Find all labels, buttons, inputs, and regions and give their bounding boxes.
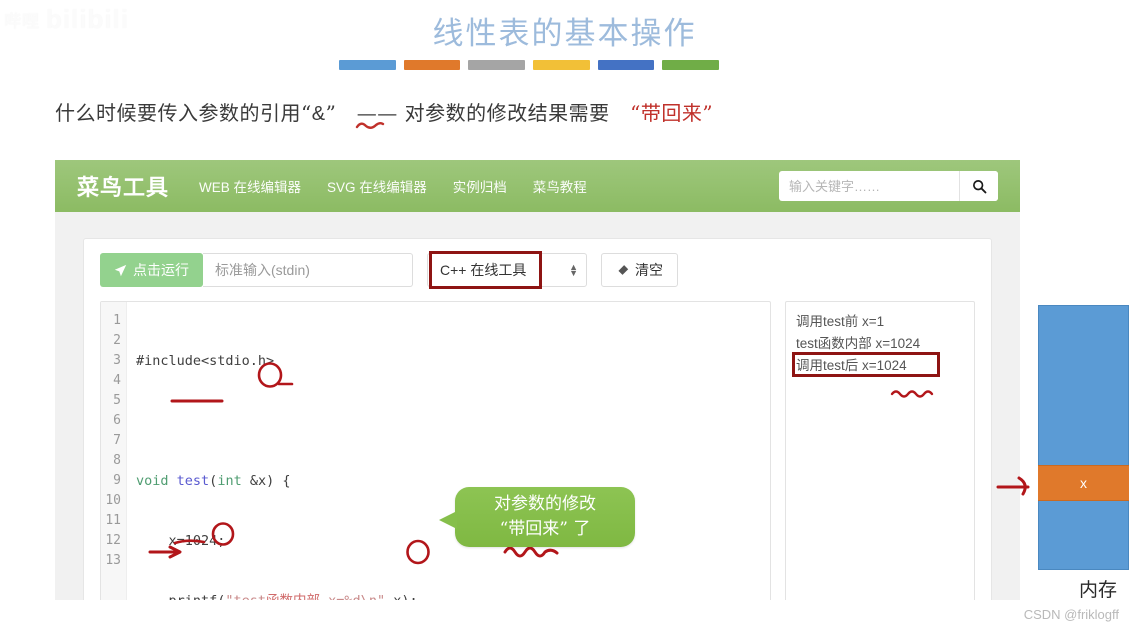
- output-panel: 调用test前 x=1 test函数内部 x=1024 调用test后 x=10…: [785, 301, 975, 600]
- memory-block: [1038, 305, 1129, 570]
- code-line: void test(int &x) {: [136, 473, 291, 489]
- line-number: 1: [113, 313, 121, 328]
- stdin-placeholder: 标准输入(stdin): [215, 262, 310, 278]
- code-line: x=1024;: [136, 533, 226, 549]
- line-number: 9: [113, 473, 121, 488]
- title-bar-4: [533, 60, 590, 70]
- line-number: 7: [113, 433, 121, 448]
- code-line: printf("test函数内部 x=%d\n",x);: [136, 591, 770, 600]
- line-number: 6: [113, 413, 121, 428]
- footer-credit: CSDN @friklogff: [1023, 607, 1119, 622]
- output-line: 调用test后 x=1024: [796, 358, 907, 373]
- run-button-label: 点击运行: [133, 262, 189, 278]
- title-bar-3: [468, 60, 526, 70]
- title-bar-2: [403, 60, 461, 70]
- line-number: 3: [113, 353, 121, 368]
- search-box: [779, 171, 998, 201]
- title-decoration-bars: [339, 60, 720, 70]
- nav-link-svg-editor[interactable]: SVG 在线编辑器: [327, 176, 427, 196]
- line-number: 5: [113, 393, 121, 408]
- title-bar-1: [339, 60, 396, 70]
- line-number-gutter: 1 2 3 4 5 6 7 8 9 10 11 12 13: [101, 302, 127, 600]
- nav-link-tutorials[interactable]: 菜鸟教程: [533, 176, 587, 196]
- line-number: 10: [105, 493, 121, 508]
- slide-root: 哔哩 bilibili 线性表的基本操作 什么时候要传入参数的引用“&” —— …: [0, 0, 1129, 628]
- memory-diagram: x 内存: [1038, 305, 1129, 601]
- page-title: 线性表的基本操作: [432, 16, 697, 52]
- callout-bubble: 对参数的修改 “带回来” 了: [439, 487, 635, 547]
- subtitle-part-1: 什么时候要传入参数的引用“: [55, 101, 312, 125]
- language-select-value: C++ 在线工具: [440, 262, 527, 278]
- nav-link-examples[interactable]: 实例归档: [453, 176, 507, 196]
- search-icon: [972, 179, 986, 193]
- eraser-icon: [618, 265, 629, 275]
- search-button[interactable]: [960, 171, 998, 201]
- editor-toolbar: 点击运行 标准输入(stdin) C++ 在线工具 ▲ ▼ 清空: [100, 251, 975, 289]
- memory-cell-x: x: [1038, 465, 1129, 501]
- output-line: 调用test前 x=1: [796, 314, 885, 329]
- clear-button[interactable]: 清空: [601, 253, 678, 287]
- line-number: 8: [113, 453, 121, 468]
- run-button[interactable]: 点击运行: [100, 253, 203, 287]
- line-number: 2: [113, 333, 121, 348]
- search-input[interactable]: [779, 171, 959, 201]
- memory-caption: 内存: [1078, 579, 1117, 601]
- memory-cell-label: x: [1080, 475, 1087, 491]
- site-logo[interactable]: 菜鸟工具: [77, 170, 169, 202]
- subtitle-ampersand: &: [311, 103, 326, 125]
- line-number: 4: [113, 373, 121, 388]
- title-bar-6: [662, 60, 720, 70]
- title-bar-5: [597, 60, 655, 70]
- code-line: #include<stdio.h>: [136, 353, 275, 369]
- output-line: test函数内部 x=1024: [796, 336, 921, 351]
- code-editor[interactable]: 1 2 3 4 5 6 7 8 9 10 11 12 13 #include<s…: [100, 301, 771, 600]
- line-number: 12: [105, 533, 121, 548]
- callout-line-1: 对参数的修改: [494, 494, 596, 514]
- chevron-updown-icon[interactable]: ▲ ▼: [569, 263, 578, 278]
- nav-link-web-editor[interactable]: WEB 在线编辑器: [199, 176, 301, 196]
- site-navbar: 菜鸟工具 WEB 在线编辑器 SVG 在线编辑器 实例归档 菜鸟教程: [55, 160, 1020, 212]
- annotation-squiggle-ampersand: [355, 122, 385, 129]
- editor-and-output: 1 2 3 4 5 6 7 8 9 10 11 12 13 #include<s…: [100, 301, 975, 600]
- stdin-input[interactable]: 标准输入(stdin): [203, 253, 413, 287]
- line-number: 13: [105, 553, 121, 568]
- callout-line-2: “带回来” 了: [499, 519, 591, 539]
- line-number: 11: [105, 513, 121, 528]
- language-select-wrapper: C++ 在线工具 ▲ ▼: [427, 251, 587, 289]
- paper-plane-icon: [114, 264, 127, 276]
- subtitle-highlight: “带回来”: [630, 101, 714, 125]
- clear-button-label: 清空: [635, 262, 663, 278]
- nav-links: WEB 在线编辑器 SVG 在线编辑器 实例归档 菜鸟教程: [199, 176, 769, 196]
- language-select[interactable]: C++ 在线工具 ▲ ▼: [427, 253, 587, 287]
- code-text[interactable]: #include<stdio.h> void test(int &x) { x=…: [127, 302, 770, 600]
